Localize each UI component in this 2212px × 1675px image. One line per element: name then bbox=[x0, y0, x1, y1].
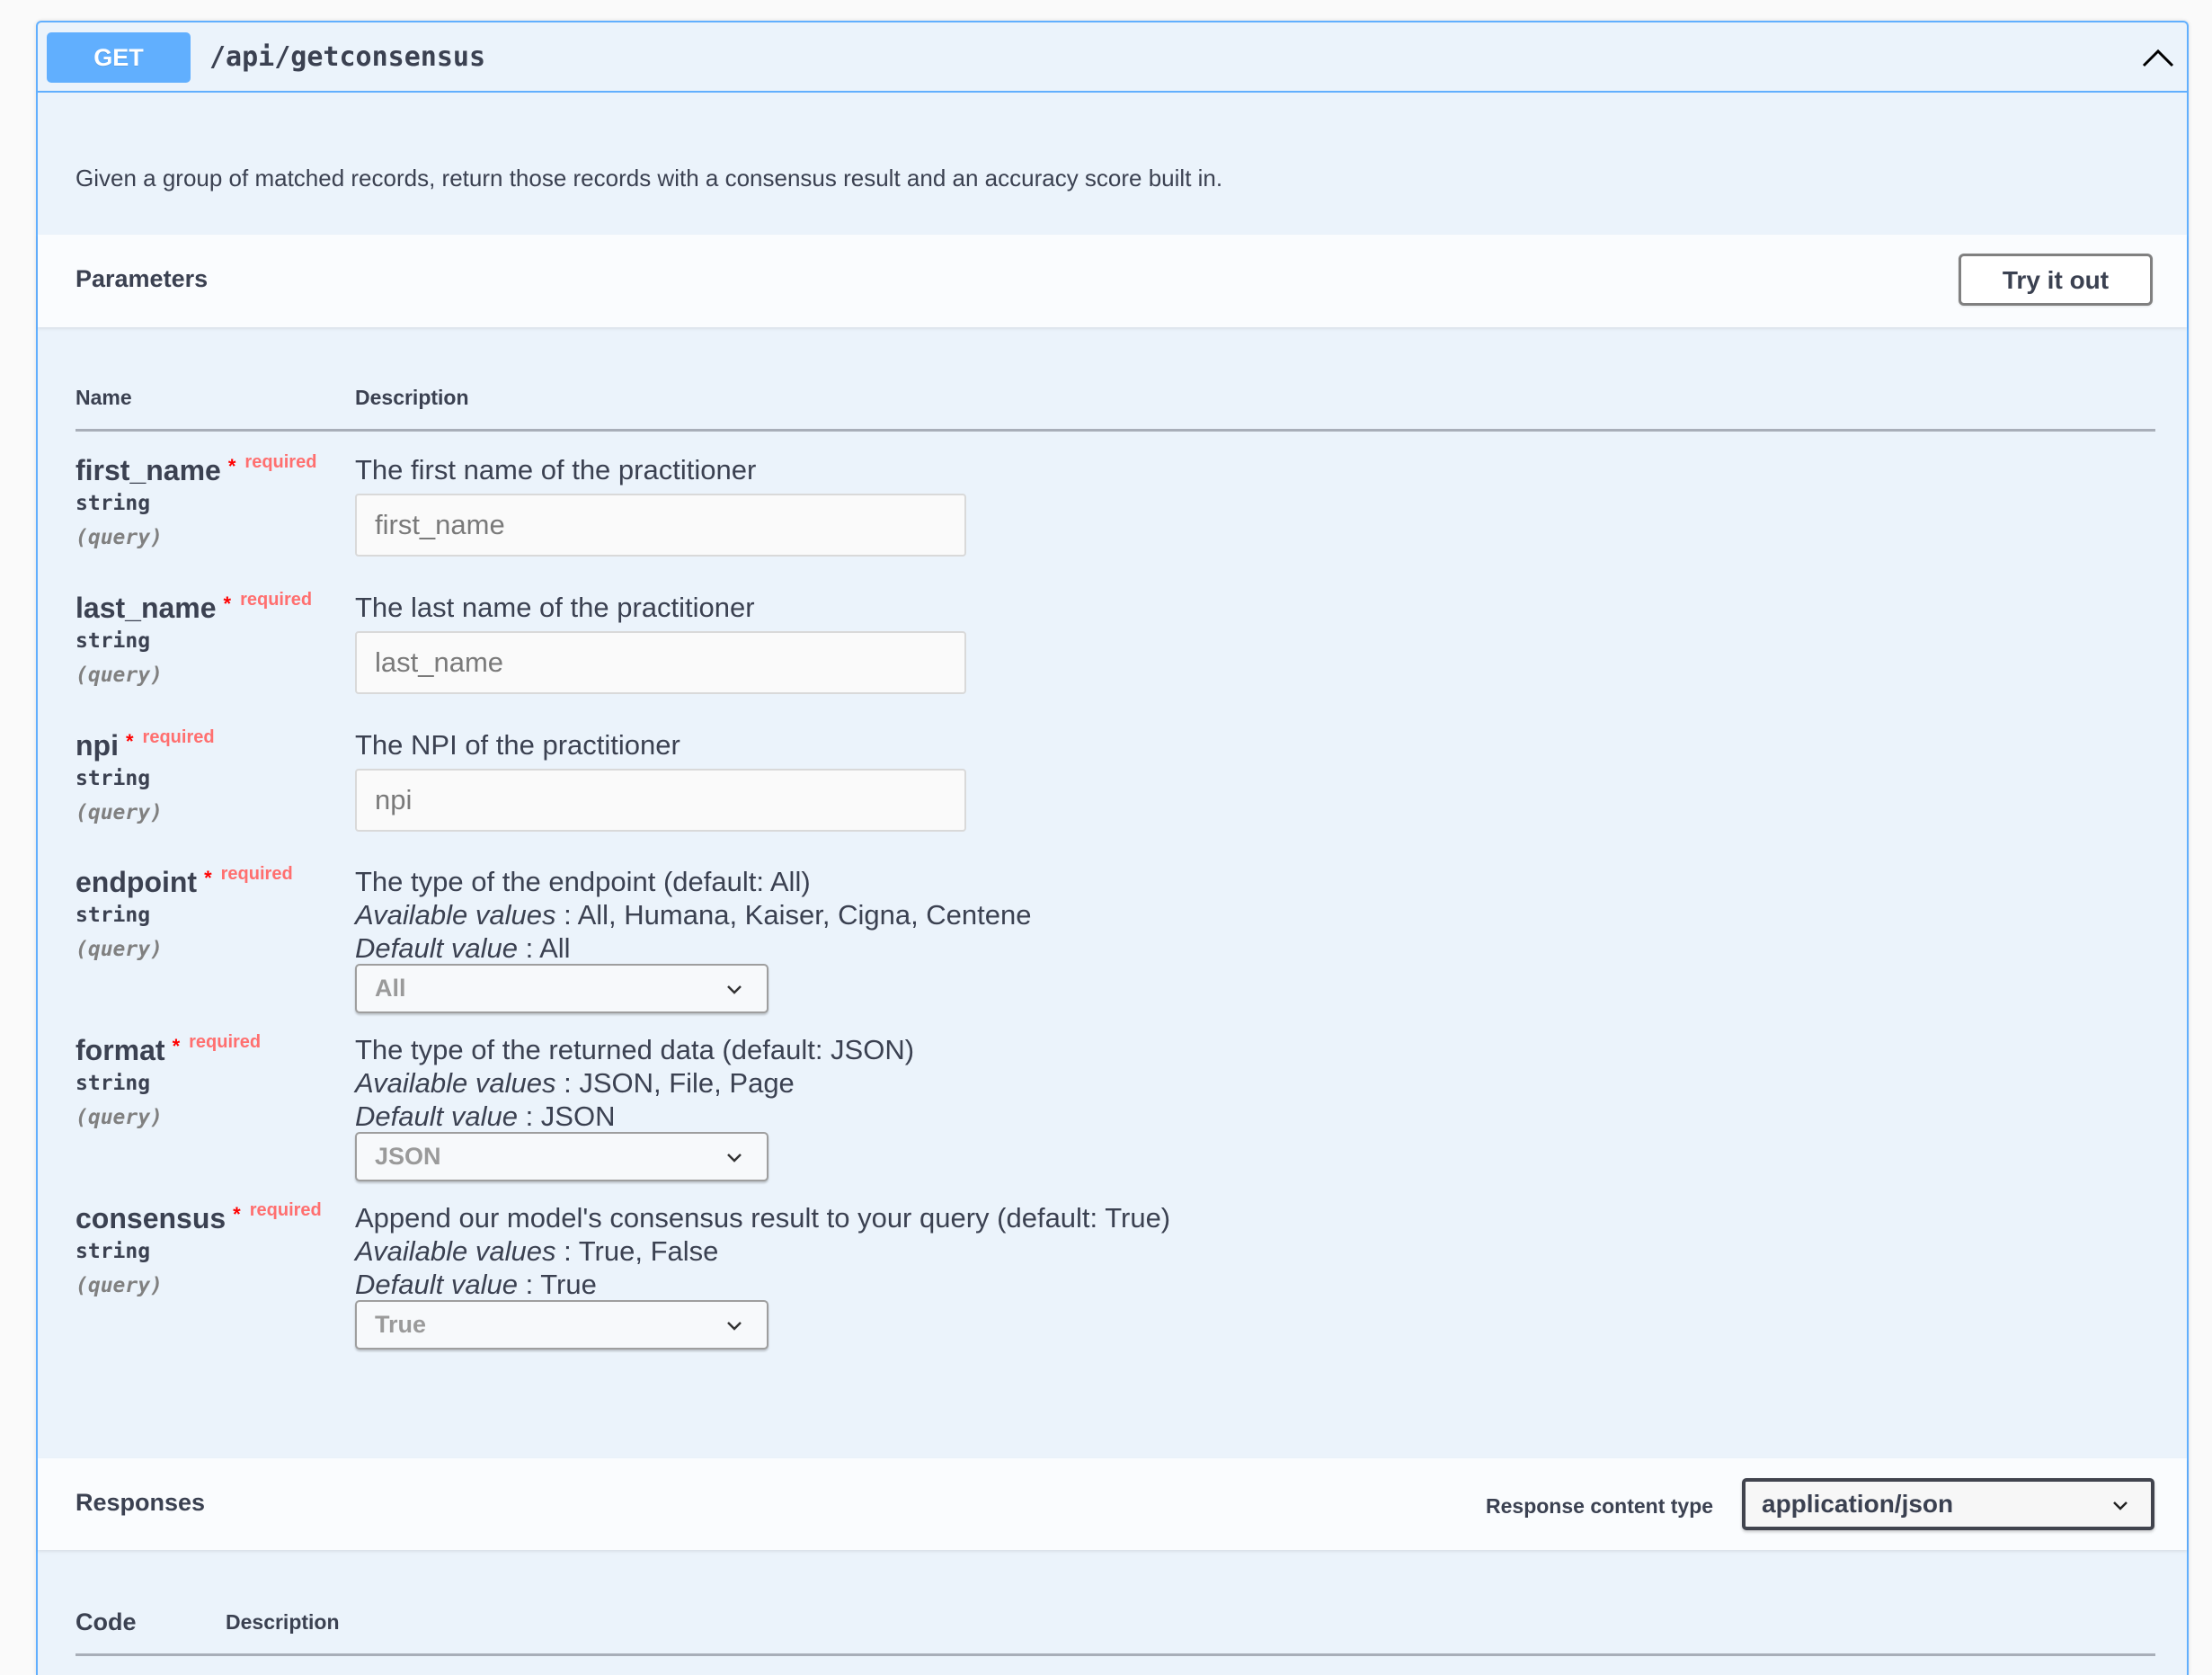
required-label: required bbox=[244, 452, 317, 472]
try-it-out-button[interactable]: Try it out bbox=[1959, 254, 2153, 306]
default-value-label: Default value bbox=[355, 1269, 518, 1300]
consensus-select[interactable]: True bbox=[355, 1300, 768, 1350]
parameter-description: The first name of the practitioner bbox=[355, 454, 757, 486]
first-name-input[interactable] bbox=[355, 494, 966, 557]
required-label: required bbox=[249, 1200, 322, 1220]
parameter-name: last_name bbox=[76, 592, 217, 624]
required-label: required bbox=[240, 590, 313, 610]
last-name-input[interactable] bbox=[355, 631, 966, 694]
required-label: required bbox=[189, 1032, 262, 1052]
column-header-name: Name bbox=[76, 386, 132, 409]
chevron-down-icon bbox=[727, 985, 742, 994]
default-value-text: : True bbox=[525, 1269, 597, 1300]
available-values-list: : All, Humana, Kaiser, Cigna, Centene bbox=[564, 899, 1032, 931]
required-star: * bbox=[223, 592, 232, 615]
parameter-type: string bbox=[76, 492, 151, 515]
parameter-description: The type of the returned data (default: … bbox=[355, 1034, 915, 1065]
required-star: * bbox=[125, 730, 134, 753]
responses-header: Responses Response content type applicat… bbox=[38, 1458, 2187, 1550]
operation-summary: Given a group of matched records, return… bbox=[76, 165, 1223, 192]
column-header-response-description: Description bbox=[226, 1610, 340, 1634]
available-values-label: Available values bbox=[355, 899, 556, 931]
responses-title: Responses bbox=[76, 1489, 206, 1516]
default-value: Default value : All bbox=[355, 932, 571, 965]
parameter-description: The last name of the practitioner bbox=[355, 592, 755, 623]
table-header-divider bbox=[76, 429, 2155, 432]
parameter-name: first_name bbox=[76, 454, 221, 486]
format-select[interactable]: JSON bbox=[355, 1132, 768, 1181]
parameter-location: (query) bbox=[76, 1274, 163, 1297]
required-label: required bbox=[142, 727, 215, 747]
available-values: Available values : All, Humana, Kaiser, … bbox=[355, 899, 1032, 931]
parameter-location: (query) bbox=[76, 938, 163, 961]
default-value-text: : All bbox=[525, 932, 571, 964]
parameter-name: format bbox=[76, 1034, 165, 1066]
available-values-label: Available values bbox=[355, 1235, 556, 1267]
parameter-location: (query) bbox=[76, 1106, 163, 1129]
available-values: Available values : True, False bbox=[355, 1235, 718, 1268]
select-value: JSON bbox=[375, 1143, 441, 1170]
parameter-name: endpoint bbox=[76, 866, 198, 898]
available-values-list: : JSON, File, Page bbox=[564, 1067, 795, 1099]
default-value-label: Default value bbox=[355, 932, 518, 964]
endpoint-select[interactable]: All bbox=[355, 964, 768, 1013]
required-label: required bbox=[220, 864, 293, 884]
operation-header[interactable]: GET /api/getconsensus bbox=[38, 22, 2187, 93]
npi-input[interactable] bbox=[355, 769, 966, 832]
chevron-down-icon bbox=[727, 1322, 742, 1331]
response-content-type-select[interactable]: application/json bbox=[1742, 1478, 2154, 1530]
available-values-list: : True, False bbox=[564, 1235, 719, 1267]
response-content-type-label: Response content type bbox=[1486, 1494, 1714, 1518]
parameters-header: Parameters Try it out bbox=[38, 235, 2187, 327]
parameter-type: string bbox=[76, 904, 151, 927]
select-value: application/json bbox=[1762, 1490, 1954, 1518]
required-star: * bbox=[227, 455, 236, 477]
default-value-label: Default value bbox=[355, 1100, 518, 1132]
parameter-description: Append our model's consensus result to y… bbox=[355, 1202, 1171, 1234]
parameter-description: The type of the endpoint (default: All) bbox=[355, 866, 811, 897]
parameters-title: Parameters bbox=[76, 265, 209, 292]
required-star: * bbox=[204, 867, 212, 889]
parameter-name: consensus bbox=[76, 1202, 227, 1234]
select-value: All bbox=[375, 975, 406, 1002]
parameter-type: string bbox=[76, 1072, 151, 1095]
column-header-description: Description bbox=[355, 386, 469, 409]
default-value: Default value : JSON bbox=[355, 1100, 615, 1133]
parameter-location: (query) bbox=[76, 664, 163, 687]
chevron-down-icon bbox=[727, 1154, 742, 1163]
default-value: Default value : True bbox=[355, 1269, 597, 1301]
column-header-code: Code bbox=[76, 1608, 137, 1635]
parameter-location: (query) bbox=[76, 526, 163, 549]
parameter-description: The NPI of the practitioner bbox=[355, 729, 680, 761]
parameter-type: string bbox=[76, 767, 151, 790]
available-values: Available values : JSON, File, Page bbox=[355, 1067, 795, 1100]
required-star: * bbox=[233, 1203, 241, 1225]
parameter-type: string bbox=[76, 629, 151, 653]
method-badge: GET bbox=[47, 32, 191, 83]
chevron-up-icon[interactable] bbox=[2140, 40, 2176, 76]
available-values-label: Available values bbox=[355, 1067, 556, 1099]
required-star: * bbox=[172, 1035, 181, 1057]
parameter-location: (query) bbox=[76, 801, 163, 824]
chevron-down-icon bbox=[2113, 1501, 2128, 1510]
endpoint-path: /api/getconsensus bbox=[209, 41, 486, 73]
parameter-name: npi bbox=[76, 729, 119, 762]
operation-block: GET /api/getconsensus Given a group of m… bbox=[36, 21, 2189, 1675]
select-value: True bbox=[375, 1311, 427, 1338]
default-value-text: : JSON bbox=[525, 1100, 616, 1132]
parameter-type: string bbox=[76, 1240, 151, 1263]
